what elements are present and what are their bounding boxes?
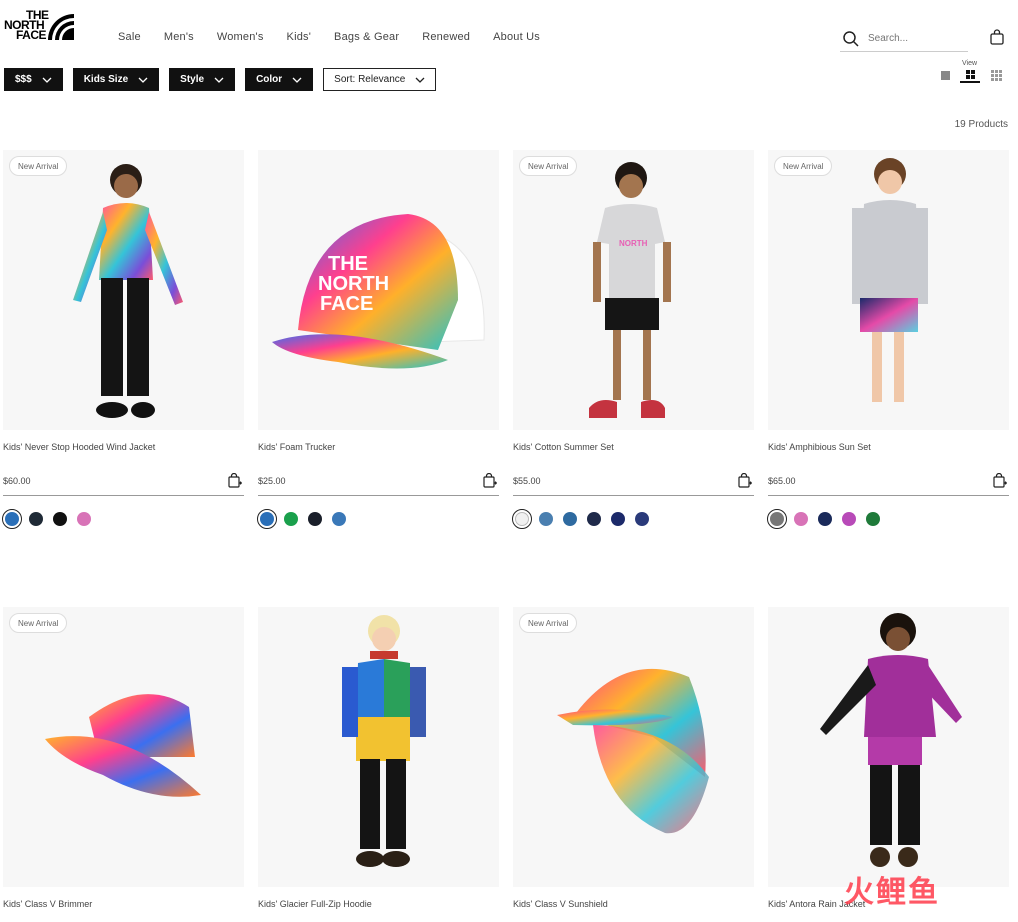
product-name[interactable]: Kids' Never Stop Hooded Wind Jacket [3,442,155,452]
product-name[interactable]: Kids' Amphibious Sun Set [768,442,871,452]
svg-text:火鲤鱼: 火鲤鱼 [844,875,940,910]
add-to-cart-icon[interactable] [738,473,752,488]
nav-renewed[interactable]: Renewed [422,31,470,43]
chevron-down-icon [415,77,425,83]
color-swatch[interactable] [257,509,277,529]
add-to-cart-icon[interactable] [228,473,242,488]
color-swatch[interactable] [539,512,553,526]
nav-mens[interactable]: Men's [164,31,194,43]
filter-style-label: Style [180,74,205,85]
search-icon[interactable] [842,30,860,48]
new-arrival-badge: New Arrival [9,613,68,633]
brand-logo[interactable]: THE NORTH FACE [4,8,74,42]
product-price: $25.00 [258,476,286,486]
product-name[interactable]: Kids' Class V Sunshield [513,899,608,909]
product-image[interactable]: New Arrival [513,607,754,887]
filter-kids-size-label: Kids Size [83,74,129,85]
nav-womens[interactable]: Women's [217,31,264,43]
add-to-cart-icon[interactable] [483,473,497,488]
svg-text:THE: THE [328,253,368,275]
view-toggle: View [938,60,1008,88]
color-swatches [257,509,356,529]
product-price: $55.00 [513,476,541,486]
filter-style-button[interactable]: Style [169,68,236,91]
product-price: $60.00 [3,476,31,486]
logo-line-3: FACE [16,28,47,42]
nav-about-us[interactable]: About Us [493,31,540,43]
color-swatch[interactable] [587,512,601,526]
nav-sale[interactable]: Sale [118,31,141,43]
add-to-cart-icon[interactable] [993,473,1007,488]
divider [258,495,499,496]
color-swatch[interactable] [635,512,649,526]
color-swatch[interactable] [794,512,808,526]
product-price: $65.00 [768,476,796,486]
color-swatch[interactable] [866,512,880,526]
filter-color-button[interactable]: Color [245,68,314,91]
product-name[interactable]: Kids' Class V Brimmer [3,899,92,909]
filter-bar: $$$ Kids Size Style Color Sort: Relevanc… [4,68,446,91]
shopping-bag-icon[interactable] [990,29,1004,45]
color-swatch[interactable] [512,509,532,529]
product-image[interactable]: New Arrival [768,150,1009,430]
filter-kids-size-button[interactable]: Kids Size [72,68,160,91]
filter-price-button[interactable]: $$$ [4,68,63,91]
color-swatch[interactable] [842,512,856,526]
color-swatch[interactable] [332,512,346,526]
product-name[interactable]: Kids' Cotton Summer Set [513,442,614,452]
search-input[interactable] [868,33,958,44]
svg-text:NORTH: NORTH [619,239,648,248]
chevron-down-icon [42,77,52,83]
product-image[interactable]: New Arrival [3,150,244,430]
product-image[interactable]: NORTH New Arrival [513,150,754,430]
sort-label: Sort: Relevance [334,74,406,85]
color-swatch[interactable] [284,512,298,526]
search-bar [840,26,968,52]
color-swatches [512,509,659,529]
watermark-logo: 火鲤鱼 [844,870,994,918]
sort-dropdown[interactable]: Sort: Relevance [323,68,437,91]
main-nav: Sale Men's Women's Kids' Bags & Gear Ren… [118,31,563,43]
color-swatches [2,509,101,529]
color-swatch[interactable] [308,512,322,526]
color-swatch[interactable] [563,512,577,526]
new-arrival-badge: New Arrival [519,156,578,176]
nav-kids[interactable]: Kids' [287,31,312,43]
filter-color-label: Color [256,74,283,85]
new-arrival-badge: New Arrival [9,156,68,176]
product-image[interactable]: THE NORTH FACE [258,150,499,430]
svg-text:NORTH: NORTH [318,273,389,295]
product-image[interactable] [258,607,499,887]
new-arrival-badge: New Arrival [519,613,578,633]
color-swatch[interactable] [2,509,22,529]
half-dome-icon [48,14,74,40]
view-two-column-icon[interactable] [960,69,980,83]
product-image[interactable] [768,607,1009,887]
color-swatch[interactable] [611,512,625,526]
color-swatch[interactable] [53,512,67,526]
chevron-down-icon [138,77,148,83]
view-single-icon[interactable] [941,71,950,80]
chevron-down-icon [214,77,224,83]
divider [3,495,244,496]
watermark-graphic: 火鲤鱼 [844,875,940,910]
product-image[interactable]: New Arrival [3,607,244,887]
color-swatches [767,509,890,529]
product-count: 19 Products [954,119,1008,130]
product-name[interactable]: Kids' Glacier Full-Zip Hoodie [258,899,372,909]
new-arrival-badge: New Arrival [774,156,833,176]
view-label: View [962,60,978,67]
nav-bags-gear[interactable]: Bags & Gear [334,31,399,43]
color-swatch[interactable] [767,509,787,529]
color-swatch[interactable] [29,512,43,526]
product-name[interactable]: Kids' Foam Trucker [258,442,335,452]
svg-text:FACE: FACE [320,293,373,315]
filter-price-label: $$$ [15,74,32,85]
color-swatch[interactable] [818,512,832,526]
divider [768,495,1009,496]
color-swatch[interactable] [77,512,91,526]
divider [513,495,754,496]
view-grid-icon[interactable] [991,70,1002,81]
chevron-down-icon [292,77,302,83]
